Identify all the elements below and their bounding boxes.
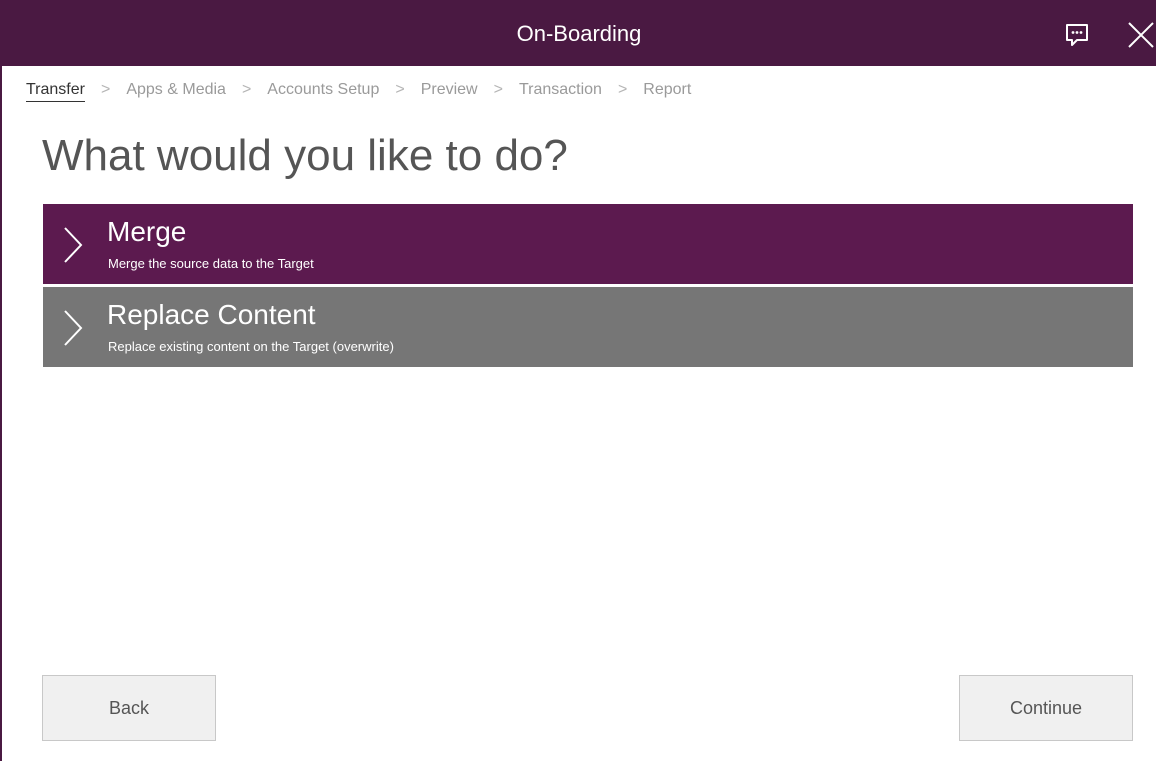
chevron-right-icon [64, 227, 83, 263]
title-bar: On-Boarding [2, 0, 1156, 66]
replace-content-option-description: Replace existing content on the Target (… [108, 339, 394, 354]
merge-option[interactable]: Merge Merge the source data to the Targe… [43, 204, 1133, 284]
merge-option-title: Merge [107, 216, 187, 247]
chevron-right-icon: > [395, 81, 405, 98]
onboarding-window: On-Boarding Transfer > Apps & Media > Ac… [0, 0, 1156, 761]
replace-content-option-title: Replace Content [107, 299, 316, 330]
breadcrumb-step-accounts-setup[interactable]: Accounts Setup [267, 79, 379, 101]
breadcrumb-step-transaction[interactable]: Transaction [519, 79, 602, 101]
breadcrumb-step-preview[interactable]: Preview [421, 79, 478, 101]
chevron-right-icon: > [100, 81, 111, 98]
replace-content-option[interactable]: Replace Content Replace existing content… [43, 287, 1133, 367]
breadcrumb-step-report[interactable]: Report [643, 79, 691, 101]
chat-bubble-icon [1066, 24, 1088, 46]
feedback-button[interactable] [1064, 22, 1090, 48]
chevron-right-icon: > [241, 81, 252, 98]
back-button[interactable]: Back [42, 675, 216, 741]
breadcrumb: Transfer > Apps & Media > Accounts Setup… [26, 78, 691, 102]
breadcrumb-step-transfer[interactable]: Transfer [26, 79, 85, 102]
continue-button[interactable]: Continue [959, 675, 1133, 741]
merge-option-description: Merge the source data to the Target [108, 256, 314, 271]
close-button[interactable] [1126, 20, 1156, 50]
window-title: On-Boarding [516, 21, 642, 46]
chevron-right-icon [64, 310, 83, 346]
breadcrumb-step-apps-media[interactable]: Apps & Media [126, 79, 226, 101]
close-icon [1128, 22, 1154, 48]
page-title: What would you like to do? [42, 131, 568, 180]
chevron-right-icon: > [493, 81, 503, 98]
chevron-right-icon: > [617, 81, 628, 98]
